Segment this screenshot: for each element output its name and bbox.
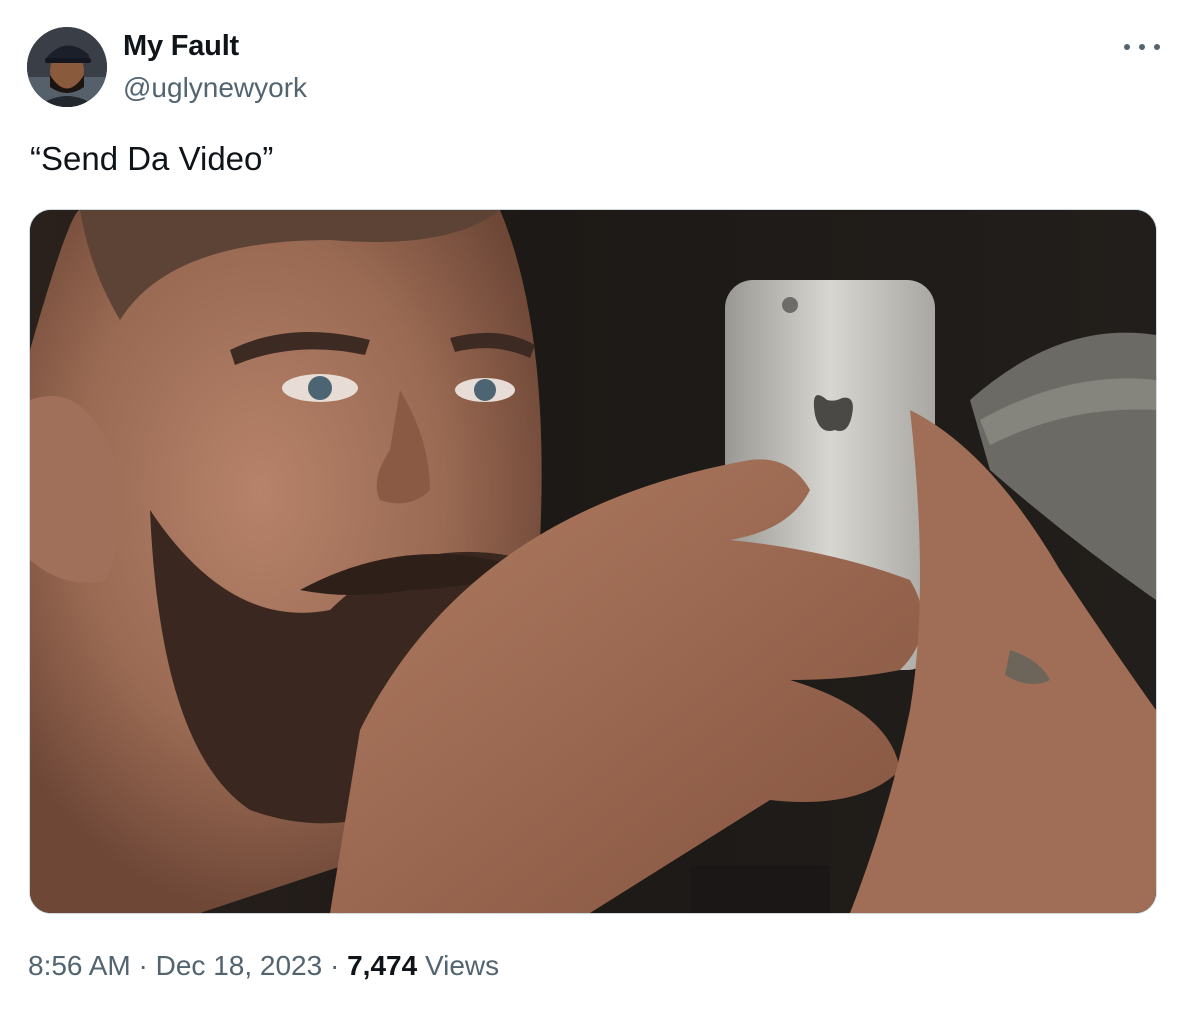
tweet-date[interactable]: Dec 18, 2023 (156, 950, 323, 981)
tweet-card: My Fault @uglynewyork “Send Da Video” 8:… (0, 0, 1200, 1010)
author-handle[interactable]: @uglynewyork (123, 72, 307, 104)
meta-separator: · (322, 950, 348, 981)
avatar[interactable] (27, 27, 107, 107)
meta-separator: · (130, 950, 156, 981)
tweet-meta: 8:56 AM · Dec 18, 2023 · 7,474 Views (28, 950, 499, 982)
views-count: 7,474 (347, 950, 418, 981)
tweet-time[interactable]: 8:56 AM (28, 950, 131, 981)
author-display-name[interactable]: My Fault (123, 30, 239, 63)
views-label: Views (417, 950, 500, 981)
more-options-icon[interactable] (1124, 34, 1160, 60)
tweet-text: “Send Da Video” (30, 140, 274, 177)
tweet-media-image[interactable] (29, 209, 1157, 914)
dot (1139, 44, 1145, 50)
dot (1124, 44, 1130, 50)
media-photo (30, 210, 1156, 913)
avatar-image (27, 27, 107, 107)
dot (1154, 44, 1160, 50)
